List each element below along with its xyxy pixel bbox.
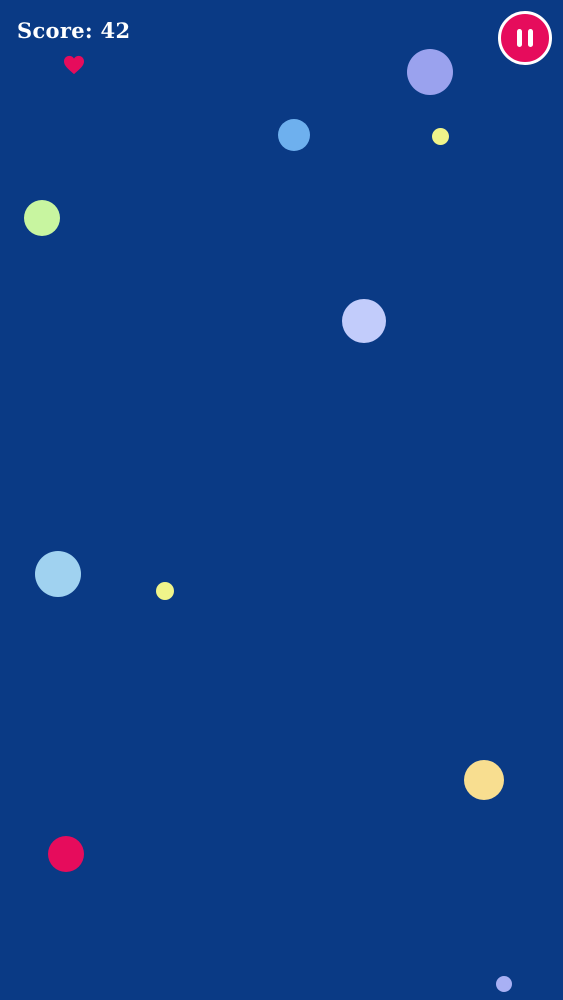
bubble-sky-blue[interactable] (278, 119, 310, 151)
bubble-red[interactable] (48, 836, 84, 872)
bubble-small-yellow[interactable] (156, 582, 174, 600)
bubble-green[interactable] (24, 200, 60, 236)
bubble-small-yellow[interactable] (431, 127, 449, 145)
bubble-lavender[interactable] (342, 299, 386, 343)
pause-button[interactable] (498, 11, 552, 65)
bubble-light-blue[interactable] (35, 551, 81, 597)
bubble-small-periwinkle[interactable] (496, 976, 512, 992)
heart-shape (64, 55, 84, 75)
score-label: Score: 42 (17, 18, 131, 43)
game-screen[interactable]: Score: 42 (0, 0, 563, 1000)
lives-indicator (63, 55, 85, 75)
bubble-violet[interactable] (407, 49, 453, 95)
pause-icon-bar-left (517, 29, 522, 47)
pause-icon-bar-right (528, 29, 533, 47)
heart-icon (63, 55, 85, 75)
bubble-peach[interactable] (464, 760, 504, 800)
